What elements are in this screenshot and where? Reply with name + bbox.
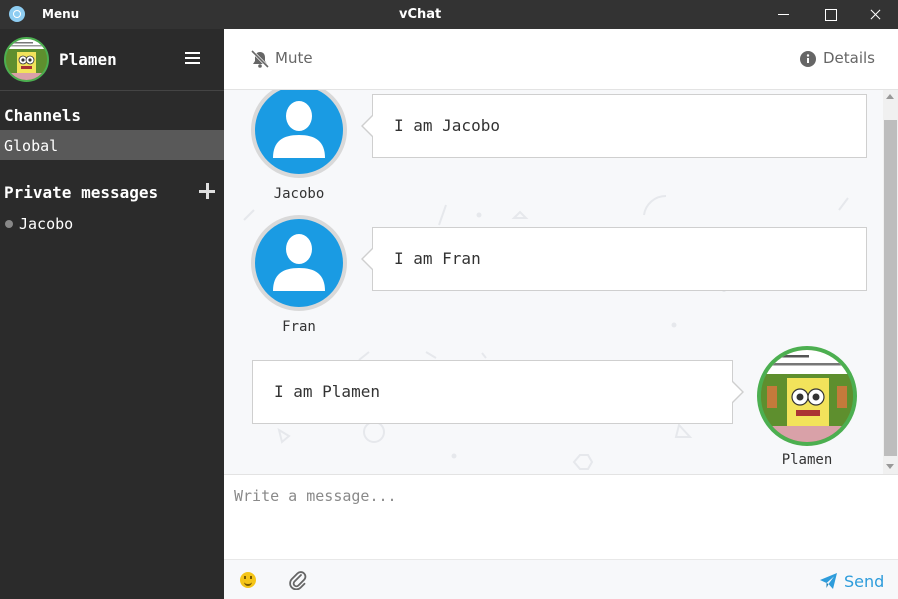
message-bubble-own: I am Plamen bbox=[252, 360, 744, 424]
message-input[interactable] bbox=[224, 475, 898, 558]
default-user-avatar bbox=[273, 234, 325, 291]
title-bar: Menu vChat bbox=[0, 0, 898, 29]
scroll-thumb[interactable] bbox=[884, 120, 897, 456]
message-avatar-plamen[interactable] bbox=[757, 346, 857, 446]
details-label: Details bbox=[823, 49, 876, 67]
spongebob-avatar bbox=[761, 350, 853, 442]
minimize-icon[interactable] bbox=[760, 0, 806, 29]
message-bubble: I am Jacobo bbox=[361, 94, 867, 158]
scroll-down-arrow-icon[interactable] bbox=[886, 464, 894, 469]
hamburger-menu-icon[interactable] bbox=[185, 52, 200, 65]
info-circle-icon bbox=[800, 51, 816, 67]
chat-main: Mute Details Jacobo I am Jacobo Fran I a… bbox=[224, 29, 898, 599]
message-author: Jacobo bbox=[273, 186, 325, 202]
channels-title: Channels bbox=[4, 106, 82, 125]
menu-button[interactable]: Menu bbox=[42, 7, 79, 21]
composer-toolbar: Send bbox=[224, 559, 898, 599]
chat-header: Mute Details bbox=[224, 29, 898, 90]
user-avatar[interactable] bbox=[4, 37, 49, 82]
smiley-icon[interactable] bbox=[240, 572, 256, 588]
app-logo-icon bbox=[9, 6, 25, 22]
message-avatar-fran[interactable] bbox=[251, 215, 347, 311]
message-composer: Send bbox=[224, 474, 898, 599]
send-button[interactable]: Send bbox=[820, 572, 890, 592]
message-bubble: I am Fran bbox=[361, 227, 867, 291]
message-list[interactable]: Jacobo I am Jacobo Fran I am Fran I am P… bbox=[224, 90, 883, 474]
paperclip-icon[interactable] bbox=[289, 570, 307, 591]
maximize-icon[interactable] bbox=[806, 0, 852, 29]
details-button[interactable]: Details bbox=[800, 49, 896, 69]
message-author: Plamen bbox=[781, 452, 833, 468]
message-author: Fran bbox=[282, 319, 316, 335]
scroll-up-arrow-icon[interactable] bbox=[886, 94, 894, 99]
private-item-jacobo[interactable]: Jacobo bbox=[0, 212, 224, 236]
channel-item-label: Global bbox=[4, 137, 59, 155]
window-title: vChat bbox=[399, 7, 442, 22]
channel-item-global[interactable]: Global bbox=[0, 130, 224, 160]
message-text: I am Jacobo bbox=[394, 116, 500, 135]
message-text: I am Plamen bbox=[274, 382, 380, 401]
message-text: I am Fran bbox=[394, 249, 481, 268]
close-icon[interactable] bbox=[852, 0, 898, 29]
message-scrollbar[interactable] bbox=[883, 90, 898, 474]
username: Plamen bbox=[59, 50, 117, 69]
send-label: Send bbox=[844, 572, 885, 591]
private-messages-title: Private messages bbox=[4, 183, 159, 202]
default-user-avatar bbox=[273, 101, 325, 158]
paper-plane-icon bbox=[820, 573, 837, 589]
user-profile-header: Plamen bbox=[0, 29, 224, 91]
sidebar: Plamen Channels Global Private messages … bbox=[0, 29, 224, 599]
plus-icon[interactable] bbox=[199, 183, 215, 199]
bell-slash-icon bbox=[250, 50, 270, 68]
mute-label: Mute bbox=[275, 49, 313, 67]
status-dot bbox=[5, 220, 13, 228]
private-item-label: Jacobo bbox=[19, 215, 74, 233]
